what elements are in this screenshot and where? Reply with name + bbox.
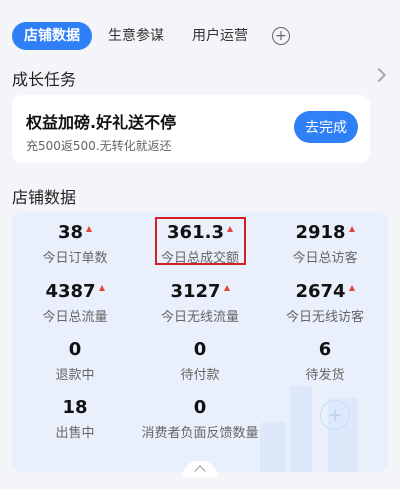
decorative-bar	[290, 386, 312, 472]
stat-label: 出售中	[55, 426, 95, 441]
chevron-right-icon[interactable]	[371, 67, 387, 83]
stat-value: 38	[15, 222, 135, 244]
highlight-box	[155, 217, 246, 265]
up-arrow-icon	[223, 285, 230, 291]
stat-label: 退款中	[55, 368, 95, 383]
stat-label: 待发货	[305, 368, 345, 383]
up-arrow-icon	[348, 285, 355, 291]
add-tab-icon[interactable]: +	[272, 27, 290, 45]
stat-today-wireless-traffic[interactable]: 3127 今日无线流量	[140, 281, 260, 325]
up-arrow-icon	[348, 226, 355, 232]
up-arrow-icon	[98, 285, 105, 291]
tab-store-data[interactable]: 店铺数据	[12, 22, 92, 50]
stat-label: 今日订单数	[42, 251, 108, 266]
task-card-title: 权益加磅.好礼送不停	[26, 113, 177, 132]
tab-user-operations[interactable]: 用户运营	[180, 22, 260, 50]
stat-value: 6	[318, 339, 332, 360]
stat-refunding[interactable]: 0 退款中	[15, 339, 135, 383]
task-card[interactable]: 权益加磅.好礼送不停 充500返500.无转化就返还 去完成	[12, 95, 370, 163]
stat-label: 消费者负面反馈数量	[141, 426, 259, 441]
store-data-title: 店铺数据	[12, 188, 77, 207]
stat-value: 18	[62, 397, 88, 418]
up-arrow-icon	[86, 226, 93, 232]
stat-today-traffic[interactable]: 4387 今日总流量	[15, 281, 135, 325]
stat-today-wireless-visitors[interactable]: 2674 今日无线访客	[265, 281, 385, 325]
stat-label: 今日无线访客	[285, 310, 364, 325]
stat-label: 今日无线流量	[160, 310, 239, 325]
decorative-bar	[260, 422, 286, 472]
stat-label: 待付款	[180, 368, 220, 383]
decorative-plus-icon: +	[320, 400, 350, 430]
stat-negative-feedback[interactable]: 0 消费者负面反馈数量	[140, 397, 260, 441]
growth-tasks-title: 成长任务	[12, 70, 77, 89]
tab-business-advisor[interactable]: 生意参谋	[96, 22, 176, 50]
stat-value: 0	[193, 339, 207, 360]
stat-today-orders[interactable]: 38 今日订单数	[15, 222, 135, 266]
stat-label: 今日总流量	[42, 310, 108, 325]
chevron-up-icon	[194, 465, 206, 477]
task-card-subtitle: 充500返500.无转化就返还	[26, 139, 172, 153]
stat-pending-payment[interactable]: 0 待付款	[140, 339, 260, 383]
stat-to-ship[interactable]: 6 待发货	[265, 339, 385, 383]
stat-value: 3127	[140, 281, 260, 303]
top-tabs: 店铺数据 生意参谋 用户运营 +	[12, 22, 388, 50]
go-complete-button[interactable]: 去完成	[294, 111, 358, 143]
stat-on-sale[interactable]: 18 出售中	[15, 397, 135, 441]
stat-value: 2918	[265, 222, 385, 244]
stat-today-visitors[interactable]: 2918 今日总访客	[265, 222, 385, 266]
stat-value: 4387	[15, 281, 135, 303]
stat-value: 0	[68, 339, 82, 360]
stat-label: 今日总访客	[292, 251, 358, 266]
stat-value: 2674	[265, 281, 385, 303]
stat-value: 0	[193, 397, 207, 418]
